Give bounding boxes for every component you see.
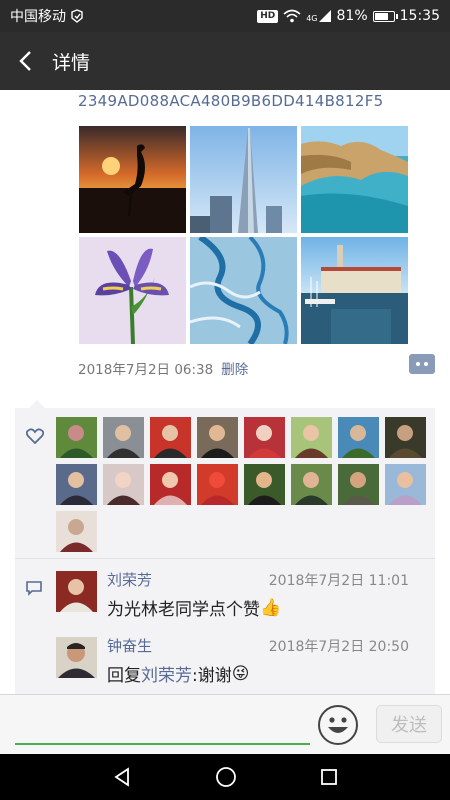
liker-avatar[interactable] <box>291 417 332 458</box>
photo-river-aerial[interactable] <box>190 237 297 344</box>
wifi-icon <box>283 9 301 23</box>
liker-avatar[interactable] <box>197 464 238 505</box>
liker-avatar[interactable] <box>338 417 379 458</box>
liker-avatar[interactable] <box>244 464 285 505</box>
comment-text: 为光林老同学点个赞 👍 <box>107 595 282 621</box>
system-nav-bar <box>0 754 450 800</box>
liker-avatar[interactable] <box>56 417 97 458</box>
input-underline <box>15 743 310 745</box>
comment-author[interactable]: 刘荣芳 <box>107 569 152 590</box>
heart-icon <box>26 428 44 444</box>
photo-grid <box>79 126 409 344</box>
back-triangle-icon[interactable] <box>112 767 132 787</box>
chevron-left-icon <box>19 51 31 71</box>
avatar[interactable] <box>56 571 97 612</box>
clock: 15:35 <box>399 8 440 24</box>
comment-item[interactable]: 刘荣芳 2018年7月2日 11:01 为光林老同学点个赞 👍 <box>15 569 435 635</box>
photo-harbor-station[interactable] <box>301 237 408 344</box>
battery-level <box>374 12 389 20</box>
liker-avatar[interactable] <box>338 464 379 505</box>
more-actions-button[interactable] <box>409 354 435 374</box>
delete-link[interactable]: 删除 <box>221 358 248 378</box>
reply-prefix: 回复 <box>107 666 141 686</box>
liker-avatar[interactable] <box>56 464 97 505</box>
page-title: 详情 <box>52 51 91 74</box>
post-date: 2018年7月2日 06:38 <box>78 362 214 378</box>
carrier-group: 中国移动 <box>10 6 84 26</box>
liker-avatar[interactable] <box>103 417 144 458</box>
post-text[interactable]: 2349AD088ACA480B9B6DD414B812F5 <box>78 92 383 110</box>
home-circle-icon[interactable] <box>215 766 237 788</box>
wink-emoji-icon: 😜 <box>231 663 250 684</box>
comment-input[interactable] <box>15 705 310 743</box>
battery-icon <box>372 10 398 22</box>
comments-section: 刘荣芳 2018年7月2日 11:01 为光林老同学点个赞 👍 钟奋生 2018… <box>15 559 435 694</box>
recents-square-icon[interactable] <box>320 768 338 786</box>
smiley-icon <box>328 717 348 733</box>
comment-item[interactable]: 钟奋生 2018年7月2日 20:50 回复 刘荣芳 :谢谢 😜 <box>15 635 435 694</box>
photo-iris-flower[interactable] <box>79 237 186 344</box>
comment-body: 为光林老同学点个赞 <box>107 600 260 620</box>
app-header: 详情 <box>0 32 450 90</box>
photo-skyscraper[interactable] <box>190 126 297 233</box>
signal-icon <box>318 10 331 22</box>
liker-avatar[interactable] <box>291 464 332 505</box>
carrier-name: 中国移动 <box>10 9 66 25</box>
avatar[interactable] <box>56 637 97 678</box>
liker-avatar[interactable] <box>385 464 426 505</box>
post-meta: 2018年7月2日 06:38 删除 <box>78 358 248 378</box>
comment-time: 2018年7月2日 20:50 <box>268 639 409 655</box>
liker-avatar[interactable] <box>56 511 97 552</box>
comment-author[interactable]: 钟奋生 <box>107 635 152 656</box>
notification-icon <box>71 9 83 23</box>
thumbs-up-emoji-icon: 👍 <box>260 597 282 618</box>
send-button[interactable]: 发送 <box>376 705 442 743</box>
emoji-button[interactable] <box>318 705 358 745</box>
liker-avatar[interactable] <box>244 417 285 458</box>
comment-text: 回复 刘荣芳 :谢谢 😜 <box>107 661 250 687</box>
hd-badge: HD <box>257 9 279 23</box>
liker-avatar[interactable] <box>103 464 144 505</box>
status-right: HD 4G 81% 15:35 <box>257 8 440 24</box>
battery-percent: 81% <box>336 8 368 24</box>
photo-coast-cliffs[interactable] <box>301 126 408 233</box>
interaction-panel: 刘荣芳 2018年7月2日 11:01 为光林老同学点个赞 👍 钟奋生 2018… <box>15 400 435 694</box>
signal-group: 4G <box>306 9 331 23</box>
moment-detail: 2349AD088ACA480B9B6DD414B812F5 2018年7月2日… <box>0 90 450 694</box>
network-type: 4G <box>306 14 318 23</box>
comment-body: :谢谢 <box>192 666 232 686</box>
comment-time: 2018年7月2日 11:01 <box>268 573 409 589</box>
liker-avatar[interactable] <box>150 417 191 458</box>
liker-avatar[interactable] <box>150 464 191 505</box>
comment-input-bar: 发送 <box>0 694 450 754</box>
photo-sunset-crane[interactable] <box>79 126 186 233</box>
liker-avatar[interactable] <box>197 417 238 458</box>
back-button[interactable] <box>0 32 50 90</box>
status-bar: 中国移动 HD 4G 81% 15:35 <box>0 0 450 32</box>
reply-to-user[interactable]: 刘荣芳 <box>141 661 192 686</box>
likes-section <box>15 408 435 558</box>
liker-avatar[interactable] <box>385 417 426 458</box>
